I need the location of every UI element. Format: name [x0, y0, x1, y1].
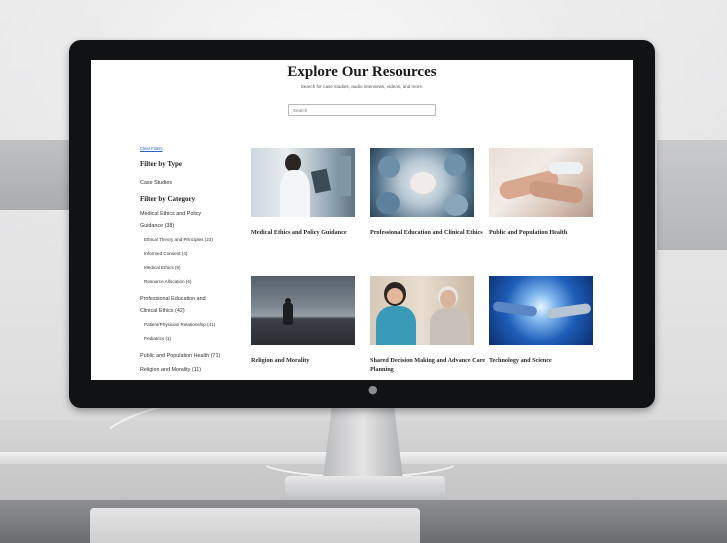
- nurse-with-elderly-patient-photo: [370, 276, 474, 345]
- card-title[interactable]: Religion and Morality: [251, 356, 369, 365]
- card-title[interactable]: Medical Ethics and Policy Guidance: [251, 228, 369, 237]
- filter-item-ethical-theory[interactable]: Ethical Theory and Principles (23): [144, 237, 213, 242]
- monitor-screen: Explore Our Resources Search for case st…: [91, 60, 633, 380]
- card-title[interactable]: Professional Education and Clinical Ethi…: [370, 228, 488, 237]
- filter-item-medical-ethics-policy-count[interactable]: Guidance (38): [140, 223, 174, 229]
- search-input[interactable]: Search: [288, 104, 436, 116]
- hands-holding-patient-photo: [489, 148, 593, 217]
- robot-human-hand-photo: [489, 276, 593, 345]
- filter-item-religion-morality[interactable]: Religion and Morality (11): [140, 367, 201, 373]
- filter-item-resource-allocation[interactable]: Resource Allocation (6): [144, 279, 192, 284]
- filter-item-medical-ethics[interactable]: Medical Ethics (9): [144, 265, 181, 270]
- filter-item-professional-education-count[interactable]: Clinical Ethics (42): [140, 308, 185, 314]
- apple-logo-icon: ●: [368, 383, 378, 396]
- filter-by-type-heading: Filter by Type: [140, 160, 182, 168]
- page-subtitle: Search for case studies, audio interview…: [300, 84, 424, 89]
- clear-filters-link[interactable]: Clear Filters: [140, 146, 163, 151]
- filter-item-patient-physician[interactable]: Patient/Physician Relationship (41): [144, 322, 215, 327]
- filter-item-medical-ethics-policy[interactable]: Medical Ethics and Policy: [140, 211, 201, 217]
- card-title[interactable]: Technology and Science: [489, 356, 607, 365]
- background-wall-panel-right: [657, 140, 727, 250]
- monitor-stand: [323, 400, 403, 480]
- card-title[interactable]: Shared Decision Making and Advance Care …: [370, 356, 488, 374]
- silhouette-dusk-photo: [251, 276, 355, 345]
- filter-item-pediatrics[interactable]: Pediatrics (1): [144, 336, 171, 341]
- surgeons-hands-together-photo: [370, 148, 474, 217]
- filter-item-professional-education[interactable]: Professional Education and: [140, 296, 206, 302]
- filter-item-case-studies[interactable]: Case Studies: [140, 180, 172, 186]
- keyboard: [90, 508, 420, 543]
- doctor-with-tablet-photo: [251, 148, 355, 217]
- monitor-stand-base: [285, 476, 445, 500]
- page-title: Explore Our Resources: [287, 64, 437, 80]
- card-title[interactable]: Public and Population Health: [489, 228, 607, 237]
- background-wall-panel-left: [0, 140, 70, 210]
- filter-item-informed-consent[interactable]: Informed Consent (4): [144, 251, 187, 256]
- filter-item-public-population-health[interactable]: Public and Population Health (71): [140, 353, 220, 359]
- filter-by-category-heading: Filter by Category: [140, 195, 196, 203]
